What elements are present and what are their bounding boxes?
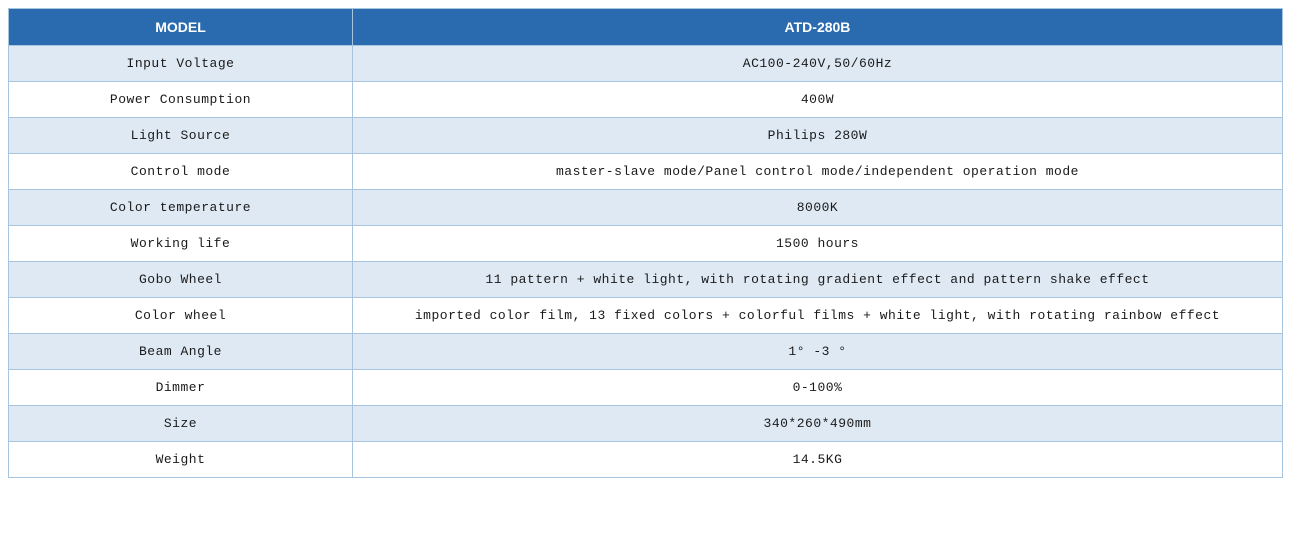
table-row: Beam Angle 1° -3 ° <box>9 334 1283 370</box>
row-label: Input Voltage <box>9 46 353 82</box>
table-row: Input Voltage AC100-240V,50/60Hz <box>9 46 1283 82</box>
row-label: Weight <box>9 442 353 478</box>
row-value: Philips 280W <box>352 118 1282 154</box>
table-row: Color wheel imported color film, 13 fixe… <box>9 298 1283 334</box>
row-label: Color temperature <box>9 190 353 226</box>
table-row: Control mode master-slave mode/Panel con… <box>9 154 1283 190</box>
row-value: 8000K <box>352 190 1282 226</box>
row-label: Working life <box>9 226 353 262</box>
row-label: Size <box>9 406 353 442</box>
table-row: Color temperature 8000K <box>9 190 1283 226</box>
row-label: Control mode <box>9 154 353 190</box>
table-row: Working life 1500 hours <box>9 226 1283 262</box>
row-value: 340*260*490mm <box>352 406 1282 442</box>
table-row: Gobo Wheel 11 pattern + white light, wit… <box>9 262 1283 298</box>
row-value: AC100-240V,50/60Hz <box>352 46 1282 82</box>
row-label: Light Source <box>9 118 353 154</box>
table-row: Size 340*260*490mm <box>9 406 1283 442</box>
row-label: Dimmer <box>9 370 353 406</box>
row-label: Beam Angle <box>9 334 353 370</box>
header-value: ATD-280B <box>352 9 1282 46</box>
row-label: Gobo Wheel <box>9 262 353 298</box>
row-value: 1500 hours <box>352 226 1282 262</box>
row-value: 1° -3 ° <box>352 334 1282 370</box>
row-value: imported color film, 13 fixed colors + c… <box>352 298 1282 334</box>
table-row: Power Consumption 400W <box>9 82 1283 118</box>
row-value: master-slave mode/Panel control mode/ind… <box>352 154 1282 190</box>
header-model: MODEL <box>9 9 353 46</box>
row-label: Power Consumption <box>9 82 353 118</box>
row-value: 14.5KG <box>352 442 1282 478</box>
table-row: Light Source Philips 280W <box>9 118 1283 154</box>
spec-table: MODEL ATD-280B Input Voltage AC100-240V,… <box>8 8 1283 478</box>
row-value: 400W <box>352 82 1282 118</box>
table-row: Dimmer 0-100% <box>9 370 1283 406</box>
row-value: 0-100% <box>352 370 1282 406</box>
table-header-row: MODEL ATD-280B <box>9 9 1283 46</box>
row-label: Color wheel <box>9 298 353 334</box>
row-value: 11 pattern + white light, with rotating … <box>352 262 1282 298</box>
table-row: Weight 14.5KG <box>9 442 1283 478</box>
spec-tbody: Input Voltage AC100-240V,50/60Hz Power C… <box>9 46 1283 478</box>
